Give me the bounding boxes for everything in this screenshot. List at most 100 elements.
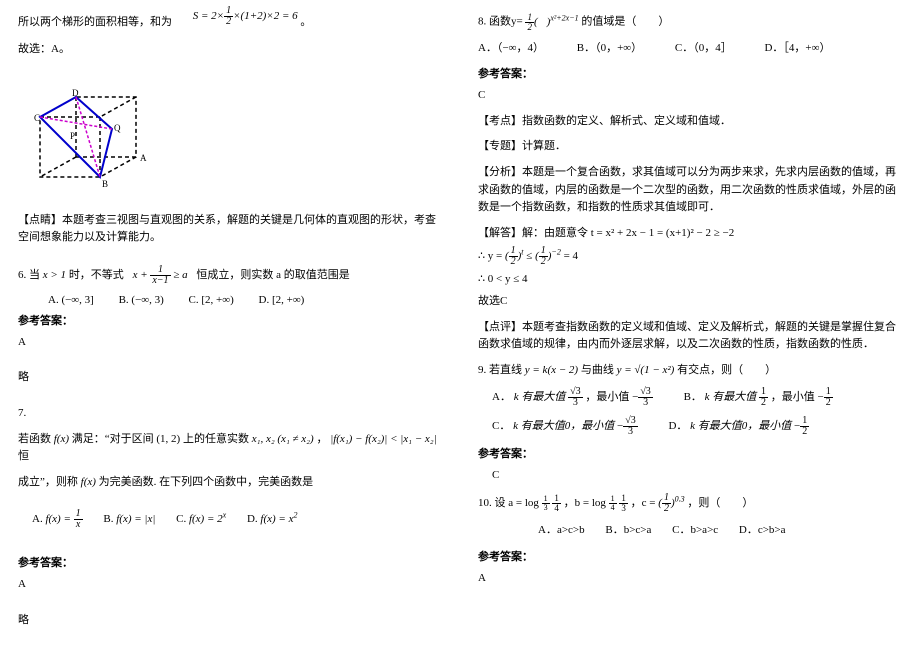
- jieda-b-mid: ≤: [526, 250, 535, 262]
- q7-opt-d-f: f(x) = x2: [260, 513, 297, 525]
- q6-formula: x + 1x−1 ≥ a: [133, 269, 191, 281]
- svg-text:D: D: [72, 89, 79, 98]
- ans7: A: [18, 576, 442, 594]
- q8-opt-d: D．［4，+∞）: [764, 40, 830, 58]
- dianping: 【点评】本题考查指数函数的定义域和值域、定义及解析式，解题的关键是掌握住复合函数…: [478, 319, 902, 354]
- q9-a: 9. 若直线: [478, 364, 522, 376]
- q7-opt-a-l: A.: [32, 513, 43, 525]
- q8-b: 的值域是（ ）: [581, 16, 669, 28]
- zhuanti: 【专题】计算题．: [478, 138, 902, 156]
- area-line: 所以两个梯形的面积相等，和为 S = 2×12×(1+2)×2 = 6 。: [18, 12, 442, 33]
- q9a-v2: √33: [638, 387, 653, 408]
- q9a-l: A．: [492, 391, 511, 403]
- q9-opts-row2: C． k 有最大值0，最小值 −√33 D． k 有最大值0，最小值 −12: [492, 416, 902, 437]
- q9a-v1: √33: [568, 387, 583, 408]
- q9c-v: √33: [623, 416, 638, 437]
- q10-val2: 13: [619, 494, 628, 513]
- ans10-hdr: 参考答案：: [478, 548, 902, 564]
- q9b-t: k 有最大值: [705, 391, 757, 403]
- q7-line1: 若函数 f(x) 满足：“对于区间 (1, 2) 上的任意实数 x₁, x₂ (…: [18, 431, 442, 466]
- q7-d: |f(x₁) − f(x₂)| < |x₁ − x₂|: [330, 433, 436, 445]
- q8-opt-c: C．（0，4］: [675, 40, 732, 58]
- kaodian: 【考点】指数函数的定义、解析式、定义域和值域．: [478, 113, 902, 131]
- svg-text:P: P: [70, 131, 75, 141]
- q10-c: ，c =: [631, 497, 656, 509]
- area-suffix: 。: [300, 16, 311, 28]
- q10-opt-a: A．a>c>b: [538, 524, 585, 536]
- svg-text:B: B: [102, 179, 108, 189]
- q8: 8. 函数y= 12( )x²+2x−1 的值域是（ ）: [478, 12, 902, 32]
- q9d-t: k 有最大值0，最小值: [690, 420, 791, 432]
- jieda-b-pre: ∴ y =: [478, 250, 502, 262]
- right-column: 8. 函数y= 12( )x²+2x−1 的值域是（ ） A．（−∞，4） B．…: [460, 0, 920, 651]
- jieda-a: 【解答】解：由题意令 t = x² + 2x − 1 = (x+1)² − 2 …: [478, 225, 902, 243]
- q8-options: A．（−∞，4） B．（0，+∞） C．（0，4］ D．［4，+∞）: [478, 40, 902, 58]
- q6-opt-c: C. [2, +∞): [189, 294, 234, 306]
- q8-expr: 12( )x²+2x−1: [525, 16, 581, 28]
- q7-opt-b-l: B.: [103, 513, 113, 525]
- area-text: 所以两个梯形的面积相等，和为: [18, 16, 172, 28]
- q6-opt-a: A. (−∞, 3]: [48, 294, 94, 306]
- ans7-hdr: 参考答案：: [18, 554, 442, 570]
- q7-opt-c-f: f(x) = 2x: [189, 513, 226, 525]
- ans8-hdr: 参考答案：: [478, 65, 902, 81]
- q6-d: 恒成立，则实数 a 的取值范围是: [196, 269, 349, 281]
- choice-a: 故选：A。: [18, 41, 442, 59]
- q7-options: A. f(x) = 1x B. f(x) = |x| C. f(x) = 2x …: [32, 509, 442, 530]
- q7-b: 满足：“对于区间 (1, 2) 上的任意实数: [72, 433, 249, 445]
- q9d-l: D．: [668, 420, 687, 432]
- q10-b: ，b = log: [564, 497, 606, 509]
- q9b-l: B．: [684, 391, 702, 403]
- ans10: A: [478, 570, 902, 588]
- q7-f: 成立”，则称: [18, 476, 78, 488]
- q6-b: x > 1: [43, 269, 69, 281]
- q9b-v2: 12: [824, 387, 833, 408]
- q9-b: 与曲线: [581, 364, 614, 376]
- q6-c: 时，不等式: [69, 269, 124, 281]
- jieda-d: 故选C: [478, 293, 902, 311]
- ans7-note: 略: [18, 612, 442, 630]
- q9c-l: C．: [492, 420, 510, 432]
- q9c-t: k 有最大值0，最小值: [513, 420, 614, 432]
- cube-diagram: C D B A Q P: [22, 89, 152, 199]
- left-column: 所以两个梯形的面积相等，和为 S = 2×12×(1+2)×2 = 6 。 故选…: [0, 0, 460, 651]
- q8-opt-a: A．（−∞，4）: [478, 40, 544, 58]
- q6-options: A. (−∞, 3] B. (−∞, 3) C. [2, +∞) D. [2, …: [48, 294, 442, 306]
- q6-opt-b: B. (−∞, 3): [119, 294, 164, 306]
- q7-opt-d-l: D.: [247, 513, 258, 525]
- jieda-b-1: (12)t: [505, 250, 524, 262]
- q7-g: 为完美函数. 在下列四个函数中，完美函数是: [99, 476, 314, 488]
- q9-fc: y = √(1 − x²): [617, 364, 678, 376]
- q10-expr3: (12)0.3: [658, 497, 684, 509]
- q9a-t: k 有最大值: [514, 391, 566, 403]
- q7-line2: 成立”，则称 f(x) 为完美函数. 在下列四个函数中，完美函数是: [18, 474, 442, 492]
- q10-a: 10. 设 a = log: [478, 497, 539, 509]
- q7-opt-c-l: C.: [176, 513, 186, 525]
- svg-text:A: A: [140, 153, 147, 163]
- q9d-v: 12: [800, 416, 809, 437]
- fenxi: 【分析】本题是一个复合函数，求其值域可以分为两步来求，先求内层函数的值域，再求函…: [478, 164, 902, 217]
- ans6-note: 略: [18, 369, 442, 387]
- svg-text:C: C: [34, 113, 40, 123]
- q10-opt-c: C．b>a>c: [672, 524, 718, 536]
- q7-opt-b-f: f(x) = |x|: [116, 513, 155, 525]
- q7-e: 恒: [18, 450, 29, 462]
- q6-opt-d: D. [2, +∞): [259, 294, 305, 306]
- ans9: C: [492, 467, 902, 485]
- q10-d: ，则（ ）: [687, 497, 753, 509]
- svg-text:Q: Q: [114, 123, 121, 133]
- q7-a: 若函数: [18, 433, 51, 445]
- q10-idx1: 13: [542, 495, 550, 512]
- q10-opt-d: D．c>b>a: [739, 524, 786, 536]
- q6: 6. 当 x > 1 时，不等式 x + 1x−1 ≥ a 恒成立，则实数 a …: [18, 265, 442, 286]
- q9: 9. 若直线 y = k(x − 2) 与曲线 y = √(1 − x²) 有交…: [478, 362, 902, 380]
- dianjing: 【点睛】本题考查三视图与直观图的关系，解题的关键是几何体的直观图的形状，考查空间…: [18, 212, 442, 247]
- jieda-c: ∴ 0 < y ≤ 4: [478, 271, 902, 289]
- ans6: A: [18, 334, 442, 352]
- ans9-hdr: 参考答案：: [478, 445, 902, 461]
- q9b-m: ，最小值: [771, 391, 815, 403]
- q9-opts-row1: A． k 有最大值 √33 ，最小值 −√33 B． k 有最大值 12 ，最小…: [492, 387, 902, 408]
- jieda-b-2: (12)−2: [535, 250, 561, 262]
- q10-opt-b: B．b>c>a: [605, 524, 651, 536]
- q7-opt-a-f: f(x) = 1x: [45, 513, 82, 525]
